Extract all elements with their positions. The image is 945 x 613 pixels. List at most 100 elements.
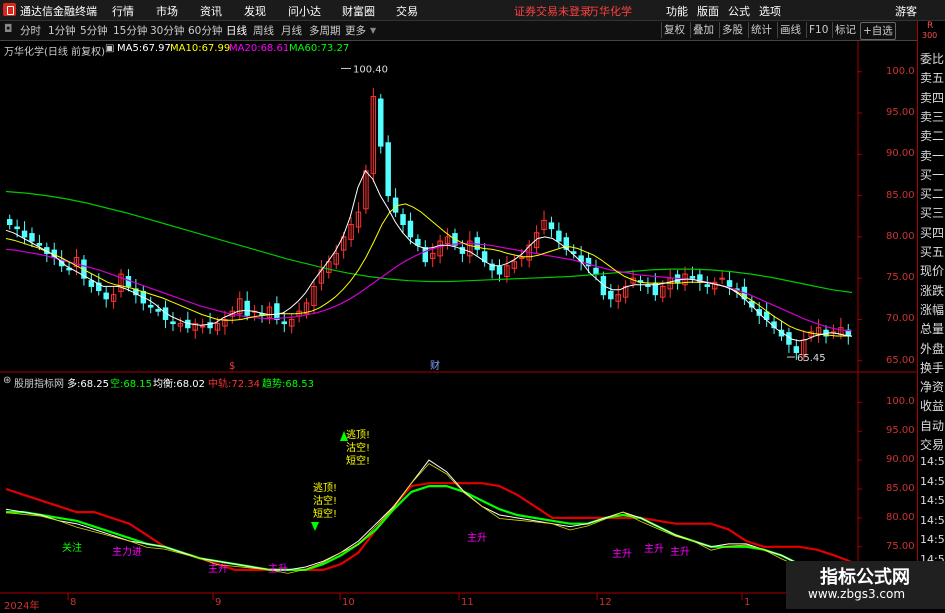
menu-item-layout[interactable]: 版面 [697, 3, 719, 19]
quote-field-label: 涨幅 [920, 302, 945, 317]
app-logo-icon [3, 3, 16, 16]
tick-time: 14:5 [920, 533, 945, 547]
restore-rights-button[interactable]: 复权 [661, 22, 687, 38]
tick-time: 14:5 [920, 474, 945, 488]
app-title: 通达信金融终端 [20, 5, 97, 18]
tab-weekly[interactable]: 周线 [253, 23, 274, 38]
overlay-button[interactable]: 叠加 [690, 22, 716, 38]
top-signal-label: 短空! [346, 454, 370, 467]
mark-button[interactable]: 标记 [832, 22, 858, 38]
tab-30min[interactable]: 30分钟 [150, 23, 184, 38]
candle-body [689, 276, 696, 279]
panel-header-r: R [927, 21, 934, 31]
quote-field-label: 买二 [920, 187, 945, 202]
tab-multi-period[interactable]: 多周期 [309, 23, 341, 38]
f10-button[interactable]: F10 [806, 22, 830, 38]
add-watchlist-button[interactable]: +自选 [860, 22, 896, 40]
menu-item-ask[interactable]: 问小达 [288, 3, 321, 19]
quote-field-label: 卖五 [920, 71, 945, 86]
period-toolbar: ◘ 分时 1分钟 5分钟 15分钟 30分钟 60分钟 日线 周线 月线 多周期… [0, 21, 945, 41]
candle-body [29, 233, 35, 242]
login-status[interactable]: 证券交易未登录 [514, 3, 591, 19]
candle-body [422, 247, 429, 263]
indicator-y-tick-label: 100.0 [886, 396, 915, 408]
menu-item-formula[interactable]: 公式 [728, 3, 750, 19]
tab-15min[interactable]: 15分钟 [113, 23, 147, 38]
candle-body [36, 243, 43, 246]
x-axis-month-label: 10 [342, 597, 355, 608]
zone-label: 主升 [612, 548, 632, 560]
indicator-title: 股朋指标网 [14, 379, 64, 390]
panel-header-code: 300 [922, 31, 938, 40]
tick-time: 14:5 [920, 494, 945, 508]
indicator-short-line [6, 485, 853, 588]
candle-body [155, 309, 161, 312]
quote-field-label: 交易 [920, 438, 945, 452]
candle-body [719, 277, 725, 280]
indicator-options-icon[interactable]: ⊛ [3, 375, 11, 386]
candle-body [519, 257, 525, 260]
menu-item-news[interactable]: 资讯 [200, 3, 222, 19]
tab-1min[interactable]: 1分钟 [48, 23, 76, 38]
x-axis-month-label: 8 [70, 597, 77, 608]
tab-intraday[interactable]: 分时 [20, 23, 41, 38]
zone-label: 主升 [670, 546, 690, 558]
x-axis-month-label: 12 [599, 597, 612, 608]
ma10-legend: MA10:67.99 [170, 43, 231, 54]
multi-stock-button[interactable]: 多股 [719, 22, 745, 38]
stock-name-header: 万华化学 [588, 5, 632, 18]
quote-field-label: 净资 [920, 380, 945, 395]
menu-item-trade[interactable]: 交易 [396, 3, 418, 19]
tab-5min[interactable]: 5分钟 [80, 23, 108, 38]
tab-daily[interactable]: 日线 [226, 23, 247, 38]
candle-body [88, 280, 95, 287]
menu-item-market[interactable]: 市场 [156, 3, 178, 19]
x-axis-month-label: 1 [744, 597, 751, 608]
zone-label: 主力进 [112, 545, 142, 558]
high-price-label: 100.40 [353, 64, 388, 75]
quote-field-label: 自动 [920, 418, 945, 433]
x-axis-year-label: 2024年 [4, 601, 40, 612]
quote-field-label: 现价 [920, 264, 945, 279]
menu-item-quotes[interactable]: 行情 [112, 3, 134, 19]
main-y-tick-label: 100.0 [886, 65, 915, 77]
chart-options-icon[interactable]: ▣ [105, 43, 114, 54]
quote-field-label: 换手 [920, 360, 945, 375]
ma20-legend: MA20:68.61 [229, 43, 290, 54]
quote-field-label: 委比 [920, 52, 945, 66]
zone-label: 关注 [62, 541, 82, 554]
ma60-line [5, 190, 853, 294]
indicator-middle: 中轨:72.34 [208, 379, 261, 390]
indicator-short: 空:68.15 [110, 379, 153, 390]
quote-field-label: 买三 [920, 206, 945, 221]
candle-body [14, 226, 20, 230]
candle-body [704, 284, 711, 287]
ma5-legend: MA5:67.97 [117, 43, 171, 54]
candle-body [147, 304, 154, 308]
quote-field-label: 卖二 [920, 129, 945, 144]
statistics-button[interactable]: 统计 [748, 22, 774, 38]
candle-body [415, 238, 421, 246]
guest-user[interactable]: 游客 [895, 3, 917, 19]
menu-item-discover[interactable]: 发现 [244, 3, 266, 19]
zone-label: 主升 [268, 563, 288, 575]
collapse-icon[interactable]: ◘ [4, 23, 12, 35]
quote-field-label: 卖三 [920, 109, 945, 124]
indicator-y-tick-label: 90.00 [886, 454, 915, 466]
candle-body [103, 292, 109, 300]
draw-line-button[interactable]: 画线 [777, 22, 803, 38]
candle-body [170, 321, 176, 325]
menu-item-wealth[interactable]: 财富圈 [342, 3, 375, 19]
tab-60min[interactable]: 60分钟 [188, 23, 222, 38]
chart-area[interactable]: 100.40 65.45 $ 财逃顶! 沽空! 短空! 逃顶! 沽空! 短空! 关注 主力进 主升 主升… [0, 41, 917, 612]
indicator-y-tick-label: 85.00 [886, 483, 915, 494]
tick-time: 14:5 [920, 455, 945, 468]
tab-more[interactable]: 更多 [345, 23, 366, 38]
main-y-tick-label: 90.00 [886, 148, 915, 160]
mid-signal-label: 短空! [313, 507, 337, 520]
tab-monthly[interactable]: 月线 [281, 23, 302, 38]
menu-item-function[interactable]: 功能 [666, 3, 688, 19]
kline-svg[interactable]: 100.4065.45$ 财逃顶!沽空!短空!逃顶!沽空!短空!关注 主力进主升 主升… [0, 41, 917, 609]
more-dropdown-icon[interactable]: ▼ [370, 26, 376, 35]
menu-item-options[interactable]: 选项 [759, 3, 781, 19]
